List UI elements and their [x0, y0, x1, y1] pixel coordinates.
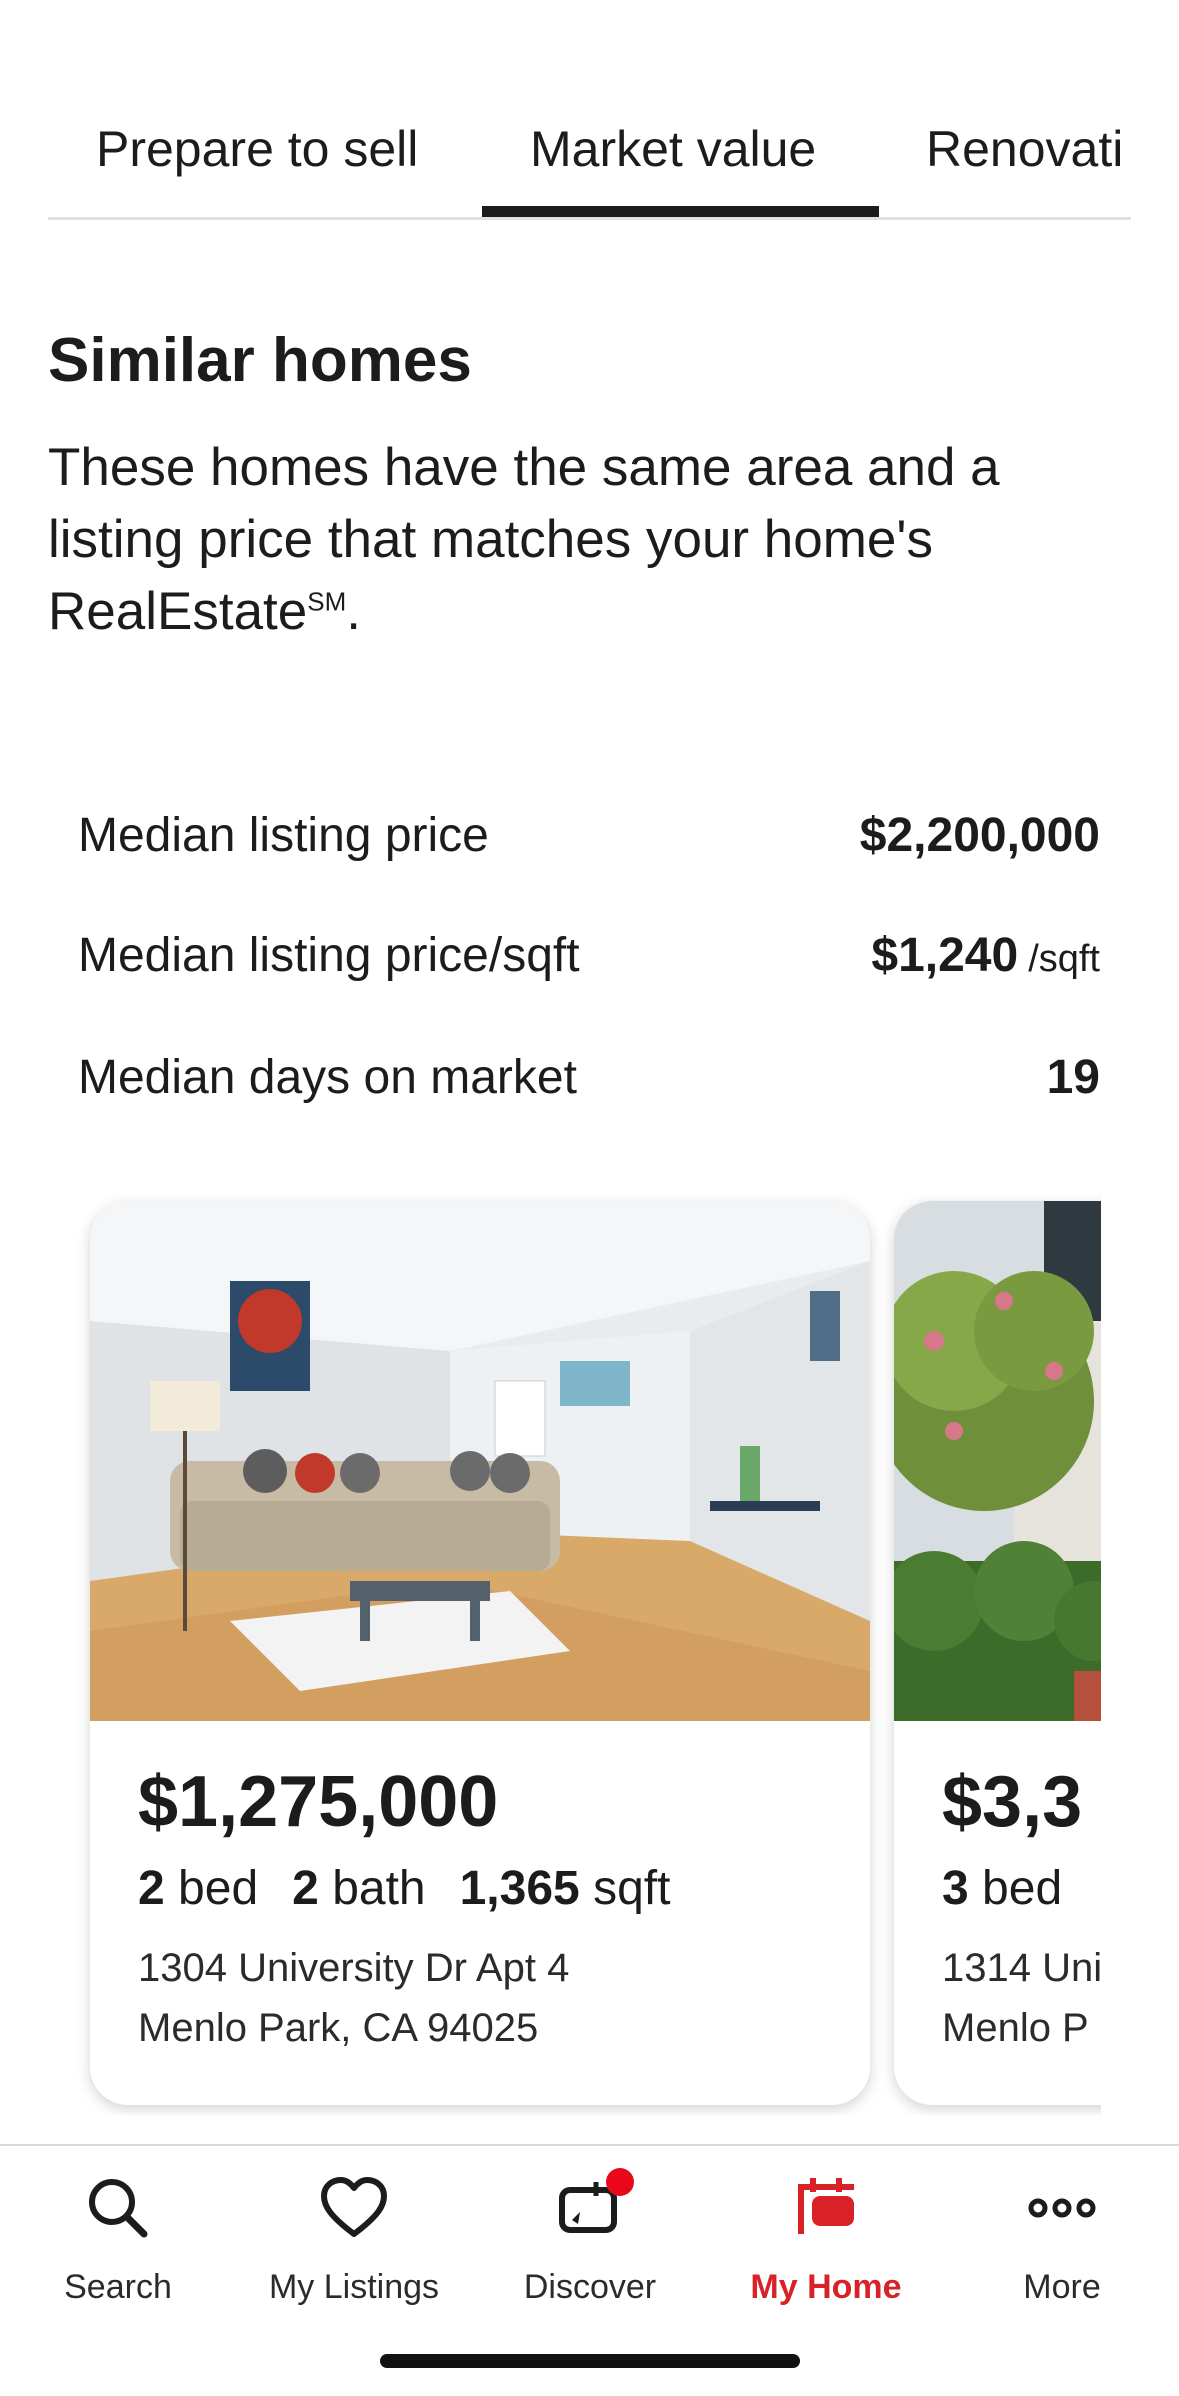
- stat-label: Median listing price/sqft: [78, 929, 580, 982]
- listing-photo[interactable]: [894, 1201, 1101, 1721]
- nav-label: My Listings: [268, 2268, 440, 2306]
- beds-label: bed: [178, 1862, 259, 1915]
- section-title: Similar homes: [48, 326, 472, 395]
- stat-value: $2,200,000: [859, 809, 1100, 862]
- address-line2: Menlo Park, CA 94025: [138, 2006, 539, 2050]
- home-indicator: [380, 2354, 800, 2368]
- baths-value: 2: [292, 1862, 319, 1915]
- tab-renovation[interactable]: Renovati: [926, 120, 1123, 178]
- listing-photo[interactable]: [90, 1201, 870, 1721]
- beds-value: 3: [942, 1862, 969, 1915]
- nav-label: Discover: [523, 2268, 657, 2306]
- stat-label: Median days on market: [78, 1051, 577, 1104]
- listing-address: 1304 University Dr Apt 4 Menlo Park, CA …: [138, 1938, 850, 2058]
- listing-card[interactable]: $1,275,000 2 bed 2 bath 1,365 sqft 1304 Un…: [90, 1201, 870, 2105]
- tab-market-value[interactable]: Market value: [530, 120, 816, 178]
- section-description: These homes have the same area and a lis…: [48, 438, 1000, 641]
- tab-prepare-to-sell[interactable]: Prepare to sell: [96, 120, 418, 178]
- beds-label: bed: [982, 1862, 1063, 1915]
- listing-price: $1,275,000: [138, 1762, 499, 1842]
- nav-more[interactable]: More: [944, 2172, 1179, 2307]
- stat-value: 19: [1046, 1051, 1100, 1104]
- more-icon: [944, 2172, 1179, 2244]
- address-line1: 1304 University Dr Apt 4: [138, 1946, 570, 1990]
- sqft-label: sqft: [593, 1862, 671, 1915]
- notification-badge: [606, 2168, 634, 2196]
- search-icon: [0, 2172, 236, 2244]
- active-tab-indicator: [482, 206, 879, 217]
- listing-price: $3,3: [942, 1762, 1083, 1842]
- listing-details: $1,275,000 2 bed 2 bath 1,365 sqft 1304 Un…: [138, 1761, 850, 2058]
- stat-label: Median listing price: [78, 809, 489, 862]
- listing-details: $3,3 3 bed 1314 Uni Menlo P: [942, 1761, 1101, 2058]
- listing-specs: 3 bed: [942, 1861, 1101, 1916]
- stat-value: $1,240: [871, 929, 1019, 982]
- listing-card[interactable]: $3,3 3 bed 1314 Uni Menlo P: [894, 1201, 1101, 2105]
- nav-my-home[interactable]: My Home: [708, 2172, 944, 2307]
- heart-icon: [236, 2172, 472, 2244]
- stat-median-days-on-market: Median days on market 19: [78, 1050, 1100, 1120]
- nav-label: More: [1023, 2268, 1101, 2306]
- home-icon: [708, 2172, 944, 2244]
- nav-search[interactable]: Search: [0, 2172, 236, 2307]
- stat-unit: /sqft: [1028, 938, 1100, 980]
- stat-median-listing-price: Median listing price $2,200,000: [78, 808, 1100, 878]
- baths-label: bath: [332, 1862, 426, 1915]
- address-line1: 1314 Uni: [942, 1946, 1101, 1990]
- sqft-value: 1,365: [459, 1862, 580, 1915]
- discover-icon: [472, 2168, 708, 2244]
- beds-value: 2: [138, 1862, 165, 1915]
- stat-value-wrap: $1,240/sqft: [871, 928, 1100, 983]
- listing-address: 1314 Uni Menlo P: [942, 1938, 1101, 2058]
- tab-bar: Prepare to sell Market value Renovati: [48, 90, 1131, 220]
- nav-label: Search: [64, 2268, 172, 2306]
- stat-median-price-per-sqft: Median listing price/sqft $1,240/sqft: [78, 928, 1100, 998]
- nav-label: My Home: [750, 2268, 902, 2306]
- nav-discover[interactable]: Discover: [472, 2168, 708, 2307]
- listing-specs: 2 bed 2 bath 1,365 sqft: [138, 1861, 850, 1916]
- similar-homes-carousel[interactable]: $1,275,000 2 bed 2 bath 1,365 sqft 1304 Un…: [0, 1195, 1101, 2115]
- address-line2: Menlo P: [942, 2006, 1089, 2050]
- nav-my-listings[interactable]: My Listings: [236, 2172, 472, 2307]
